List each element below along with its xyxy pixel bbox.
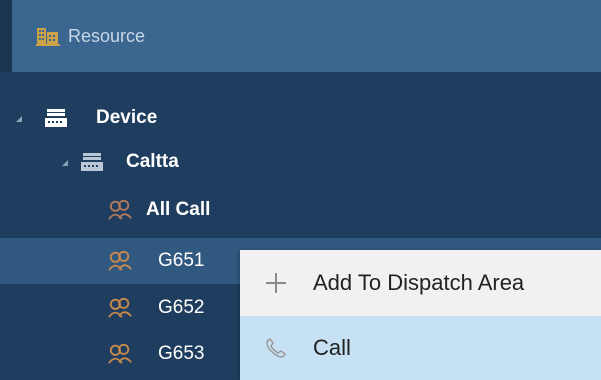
panel-title: Resource <box>68 25 146 46</box>
tree-node-label: Device <box>96 107 158 128</box>
group-icon <box>108 342 132 366</box>
expand-arrow-icon[interactable] <box>62 160 68 166</box>
tree-node-caltta[interactable]: Caltta <box>0 140 601 184</box>
menu-item-call[interactable]: Call <box>240 316 601 380</box>
tree-node-label: G652 <box>158 297 205 318</box>
phone-icon <box>262 334 290 362</box>
group-icon <box>108 198 132 222</box>
plus-icon <box>262 269 290 297</box>
menu-item-label: Call <box>313 335 351 360</box>
panel-header: Resource <box>0 0 601 72</box>
group-icon <box>108 249 132 273</box>
resource-tab[interactable]: Resource <box>12 0 601 72</box>
tree-node-all-call[interactable]: All Call <box>0 188 601 232</box>
group-icon <box>108 296 132 320</box>
menu-item-label: Add To Dispatch Area <box>313 270 525 295</box>
context-menu: Add To Dispatch Area Call <box>240 250 601 380</box>
resource-panel: Resource Device Caltta All Call G651 G65… <box>0 0 601 380</box>
expand-arrow-icon[interactable] <box>16 116 22 122</box>
device-icon <box>80 150 104 174</box>
tree-node-label: All Call <box>146 199 211 220</box>
tree-node-label: G653 <box>158 343 205 364</box>
building-icon <box>36 26 60 46</box>
tree-node-label: G651 <box>158 250 205 271</box>
menu-item-add-to-dispatch-area[interactable]: Add To Dispatch Area <box>240 250 601 316</box>
tree-node-device[interactable]: Device <box>0 96 601 140</box>
device-icon <box>44 106 68 130</box>
tree-node-label: Caltta <box>126 151 179 172</box>
